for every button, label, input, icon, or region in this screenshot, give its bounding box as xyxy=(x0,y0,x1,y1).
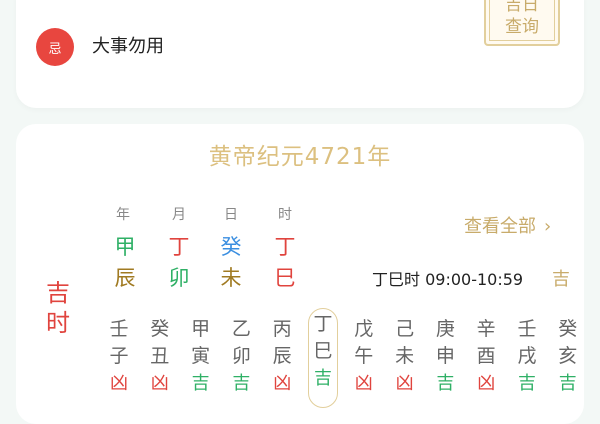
hour-luck: 凶 xyxy=(477,373,496,394)
hour-column[interactable]: 丁巳吉 xyxy=(308,308,338,408)
hour-branch: 卯 xyxy=(231,345,251,367)
pillar-label-day: 日 xyxy=(224,207,238,223)
pillar-branch-month: 卯 xyxy=(168,266,190,290)
pillar-stem-month: 丁 xyxy=(168,235,190,259)
pillar-stem-year: 甲 xyxy=(114,235,136,259)
pillar-branch-day: 未 xyxy=(220,266,242,290)
hour-stem: 戊 xyxy=(354,318,374,340)
hour-column[interactable]: 庚申吉 xyxy=(430,316,460,397)
jishi-char-2: 时 xyxy=(46,309,70,337)
hour-column[interactable]: 己未凶 xyxy=(390,316,420,397)
hour-luck: 凶 xyxy=(395,373,414,394)
hour-stem: 癸 xyxy=(558,318,578,340)
hour-luck: 凶 xyxy=(273,373,292,394)
hour-column[interactable]: 辛酉凶 xyxy=(471,316,501,397)
hour-branch: 酉 xyxy=(476,345,496,367)
hour-branch: 寅 xyxy=(191,345,211,367)
hour-stem: 壬 xyxy=(109,318,129,340)
pillar-branch-hour: 巳 xyxy=(274,266,296,290)
hour-luck: 吉 xyxy=(232,373,251,394)
pillar-branch-year: 辰 xyxy=(114,266,136,290)
current-hour-luck: 吉 xyxy=(552,269,570,290)
hour-branch: 戌 xyxy=(517,345,537,367)
hour-stem: 癸 xyxy=(150,318,170,340)
hour-column[interactable]: 乙卯吉 xyxy=(226,316,256,397)
hour-column[interactable]: 癸丑凶 xyxy=(145,316,175,397)
hour-stem: 丁 xyxy=(313,313,333,335)
taboo-badge: 忌 xyxy=(36,28,74,66)
hour-luck: 凶 xyxy=(110,373,128,394)
view-all-link[interactable]: 查看全部 › xyxy=(464,212,551,238)
view-all-label: 查看全部 xyxy=(464,216,536,237)
hour-luck: 吉 xyxy=(314,368,332,389)
taboo-text: 大事勿用 xyxy=(92,36,164,57)
hour-branch: 巳 xyxy=(313,340,333,362)
hour-luck: 吉 xyxy=(518,373,536,394)
hour-column[interactable]: 壬戌吉 xyxy=(512,316,542,397)
hour-column[interactable]: 甲寅吉 xyxy=(186,316,216,397)
hour-stem: 甲 xyxy=(191,318,211,340)
hour-stem: 乙 xyxy=(231,318,251,340)
jishi-char-1: 吉 xyxy=(46,279,70,307)
pillar-label-month: 月 xyxy=(172,207,186,223)
auspicious-day-lookup-button[interactable]: 吉日 查询 xyxy=(484,0,560,46)
pillar-stem-day: 癸 xyxy=(220,235,242,259)
hour-stem: 辛 xyxy=(476,318,496,340)
hour-stem: 壬 xyxy=(517,318,537,340)
pillar-label-hour: 时 xyxy=(278,207,292,223)
hour-branch: 子 xyxy=(109,345,129,367)
hour-stem: 丙 xyxy=(272,318,292,340)
hour-branch: 申 xyxy=(435,345,455,367)
hour-branch: 亥 xyxy=(558,345,578,367)
hour-stem: 己 xyxy=(395,318,415,340)
jishi-label: 吉 时 xyxy=(44,278,72,338)
pillar-label-year: 年 xyxy=(116,207,130,223)
hour-column[interactable]: 癸亥吉 xyxy=(553,316,583,397)
hour-branch: 未 xyxy=(395,345,415,367)
hour-branch: 丑 xyxy=(150,345,170,367)
chevron-right-icon: › xyxy=(544,216,552,237)
hour-luck: 吉 xyxy=(558,373,577,394)
hour-column[interactable]: 丙辰凶 xyxy=(267,316,297,397)
hour-column[interactable]: 壬子凶 xyxy=(104,316,134,397)
hour-stem: 庚 xyxy=(435,318,455,340)
hour-branch: 午 xyxy=(354,345,374,367)
hour-column[interactable]: 戊午凶 xyxy=(349,316,379,397)
lookup-button-line-2: 查询 xyxy=(505,17,539,37)
hour-luck: 凶 xyxy=(150,373,169,394)
pillar-stem-hour: 丁 xyxy=(274,235,296,259)
hour-luck: 吉 xyxy=(191,373,210,394)
hour-branch: 辰 xyxy=(272,345,292,367)
era-title: 黄帝纪元4721年 xyxy=(208,144,392,170)
lookup-button-line-1: 吉日 xyxy=(505,0,539,15)
hour-luck: 凶 xyxy=(354,373,373,394)
current-hour-text: 丁巳时 09:00-10:59 xyxy=(372,270,524,289)
hour-luck: 吉 xyxy=(436,373,455,394)
